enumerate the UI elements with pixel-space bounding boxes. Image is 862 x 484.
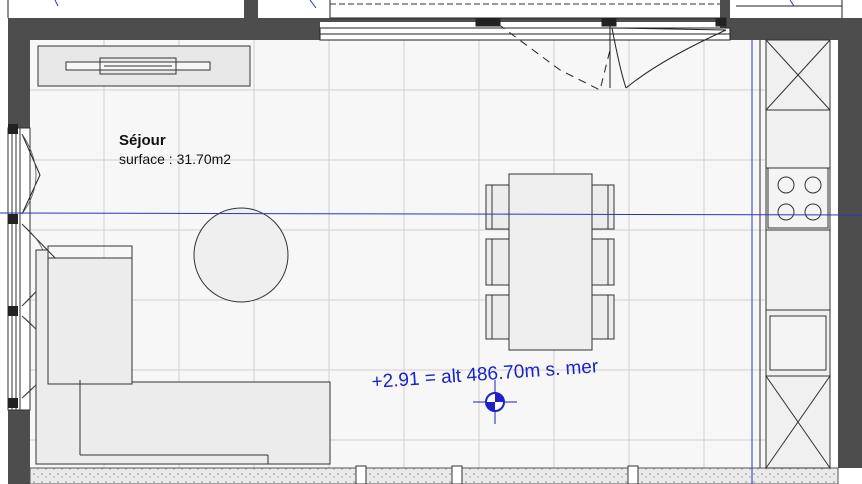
tv-sideboard	[37, 45, 251, 87]
wall-left-lower	[8, 410, 30, 484]
floor-plan: Séjour surface : 31.70m2 +2.91 = alt 486…	[0, 0, 862, 484]
cooktop	[767, 167, 829, 229]
wall-bottom	[29, 467, 839, 484]
kitchen-counter	[765, 39, 831, 469]
round-table	[193, 207, 289, 303]
dining-set	[485, 173, 615, 351]
wall-mid-top-thin	[320, 18, 730, 22]
room-name: Séjour	[119, 132, 166, 149]
upper-room-outline	[7, 0, 843, 19]
room-surface: surface : 31.70m2	[119, 151, 231, 167]
wall-top-left	[8, 18, 320, 40]
wall-right	[838, 18, 862, 468]
sink	[769, 315, 827, 371]
wall-top-stub	[244, 0, 258, 18]
dining-table	[508, 173, 593, 351]
